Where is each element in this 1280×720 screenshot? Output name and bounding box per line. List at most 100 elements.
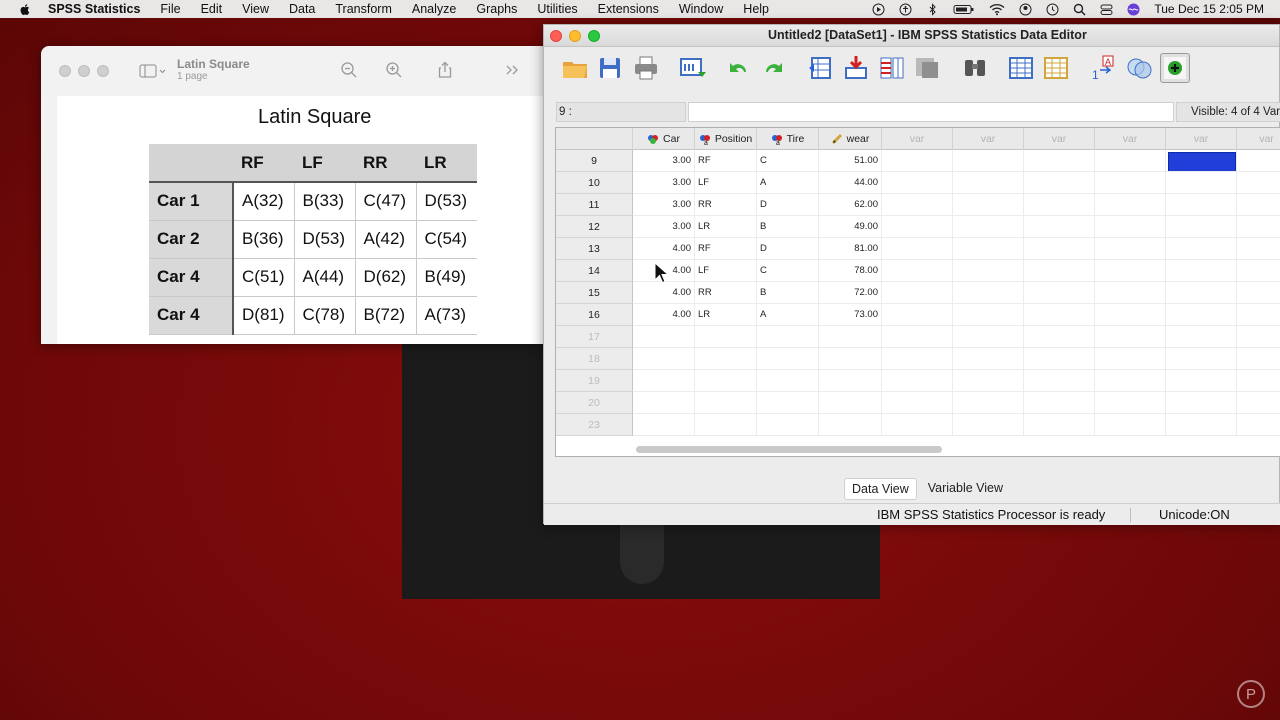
data-cell-empty[interactable] [1024,150,1095,172]
data-cell-tire[interactable]: B [757,282,819,304]
menu-analyze[interactable]: Analyze [412,2,456,16]
data-cell-empty[interactable] [1095,282,1166,304]
data-cell-empty[interactable] [953,172,1024,194]
data-cell-empty[interactable] [882,172,953,194]
go-to-case-icon[interactable] [806,53,836,83]
header-tire[interactable]: a Tire [757,128,819,150]
data-cell-empty[interactable] [953,370,1024,392]
data-cell-empty[interactable] [1166,150,1237,172]
data-cell-empty[interactable] [1095,150,1166,172]
play-status-icon[interactable] [872,3,885,16]
data-cell-wear[interactable]: 73.00 [819,304,882,326]
data-cell-empty[interactable] [695,392,757,414]
data-cell-wear[interactable]: 78.00 [819,260,882,282]
data-cell-car[interactable]: 3.00 [633,172,695,194]
data-cell-car[interactable]: 3.00 [633,216,695,238]
data-cell-empty[interactable] [953,150,1024,172]
row-number[interactable]: 12 [556,216,633,238]
data-cell-empty[interactable] [819,326,882,348]
data-cell-empty[interactable] [1095,348,1166,370]
menu-extensions[interactable]: Extensions [598,2,659,16]
data-cell-empty[interactable] [633,414,695,436]
data-cell-empty[interactable] [1024,282,1095,304]
data-cell-wear[interactable]: 49.00 [819,216,882,238]
data-cell-empty[interactable] [1095,238,1166,260]
menu-file[interactable]: File [160,2,180,16]
data-cell-empty[interactable] [757,370,819,392]
row-number[interactable]: 15 [556,282,633,304]
row-number[interactable]: 20 [556,392,633,414]
siri-icon[interactable] [1127,3,1140,16]
data-cell-wear[interactable]: 44.00 [819,172,882,194]
row-number[interactable]: 11 [556,194,633,216]
data-cell-tire[interactable]: A [757,304,819,326]
data-cell-empty[interactable] [1024,238,1095,260]
data-cell-wear[interactable]: 62.00 [819,194,882,216]
data-cell-empty[interactable] [1237,194,1280,216]
data-cell-empty[interactable] [633,370,695,392]
menu-view[interactable]: View [242,2,269,16]
data-cell-empty[interactable] [1166,216,1237,238]
row-number[interactable]: 13 [556,238,633,260]
data-cell-empty[interactable] [882,370,953,392]
battery-icon[interactable] [953,3,975,16]
data-cell-empty[interactable] [882,216,953,238]
row-number[interactable]: 17 [556,326,633,348]
minimize-window-button[interactable] [569,30,581,42]
data-cell-empty[interactable] [1237,282,1280,304]
data-cell-position[interactable]: RF [695,238,757,260]
data-cell-empty[interactable] [882,348,953,370]
data-cell-empty[interactable] [953,260,1024,282]
close-window-button[interactable] [59,65,71,77]
menu-graphs[interactable]: Graphs [476,2,517,16]
data-cell-position[interactable]: RF [695,150,757,172]
redo-icon[interactable] [759,53,789,83]
zoom-in-icon[interactable] [385,61,403,79]
data-cell-empty[interactable] [1095,216,1166,238]
control-center-icon[interactable] [1100,3,1113,16]
data-cell-empty[interactable] [1237,326,1280,348]
data-cell-empty[interactable] [1166,370,1237,392]
menu-data[interactable]: Data [289,2,315,16]
data-cell-empty[interactable] [882,304,953,326]
data-cell-empty[interactable] [1095,326,1166,348]
data-cell-position[interactable]: LF [695,172,757,194]
header-empty-var[interactable]: var [953,128,1024,150]
add-extension-icon[interactable] [1160,53,1190,83]
user-icon[interactable] [1019,3,1032,16]
menu-app-name[interactable]: SPSS Statistics [48,2,140,16]
menu-help[interactable]: Help [743,2,769,16]
data-cell-empty[interactable] [819,414,882,436]
data-cell-empty[interactable] [1024,414,1095,436]
data-cell-empty[interactable] [819,392,882,414]
data-cell-empty[interactable] [1237,304,1280,326]
cell-reference-field[interactable]: 9 : [556,102,686,122]
data-cell-empty[interactable] [695,326,757,348]
undo-icon[interactable] [723,53,753,83]
data-cell-empty[interactable] [1024,216,1095,238]
header-empty-var[interactable]: var [1237,128,1280,150]
data-cell-position[interactable]: RR [695,194,757,216]
row-number[interactable]: 16 [556,304,633,326]
data-cell-empty[interactable] [953,392,1024,414]
data-cell-empty[interactable] [953,348,1024,370]
data-cell-empty[interactable] [1237,348,1280,370]
data-cell-empty[interactable] [1095,260,1166,282]
header-car[interactable]: Car [633,128,695,150]
data-cell-empty[interactable] [882,282,953,304]
share-icon[interactable] [436,61,454,79]
data-cell-tire[interactable]: C [757,150,819,172]
row-number[interactable]: 9 [556,150,633,172]
data-cell-car[interactable]: 4.00 [633,282,695,304]
tab-variable-view[interactable]: Variable View [921,478,1010,500]
header-wear[interactable]: wear [819,128,882,150]
menu-edit[interactable]: Edit [201,2,223,16]
bluetooth-icon[interactable] [926,2,939,16]
data-cell-empty[interactable] [1237,216,1280,238]
variables-icon[interactable] [877,53,907,83]
data-cell-tire[interactable]: D [757,238,819,260]
data-cell-empty[interactable] [1166,414,1237,436]
data-cell-empty[interactable] [633,326,695,348]
data-cell-tire[interactable]: D [757,194,819,216]
insert-cases-icon[interactable] [1006,53,1036,83]
